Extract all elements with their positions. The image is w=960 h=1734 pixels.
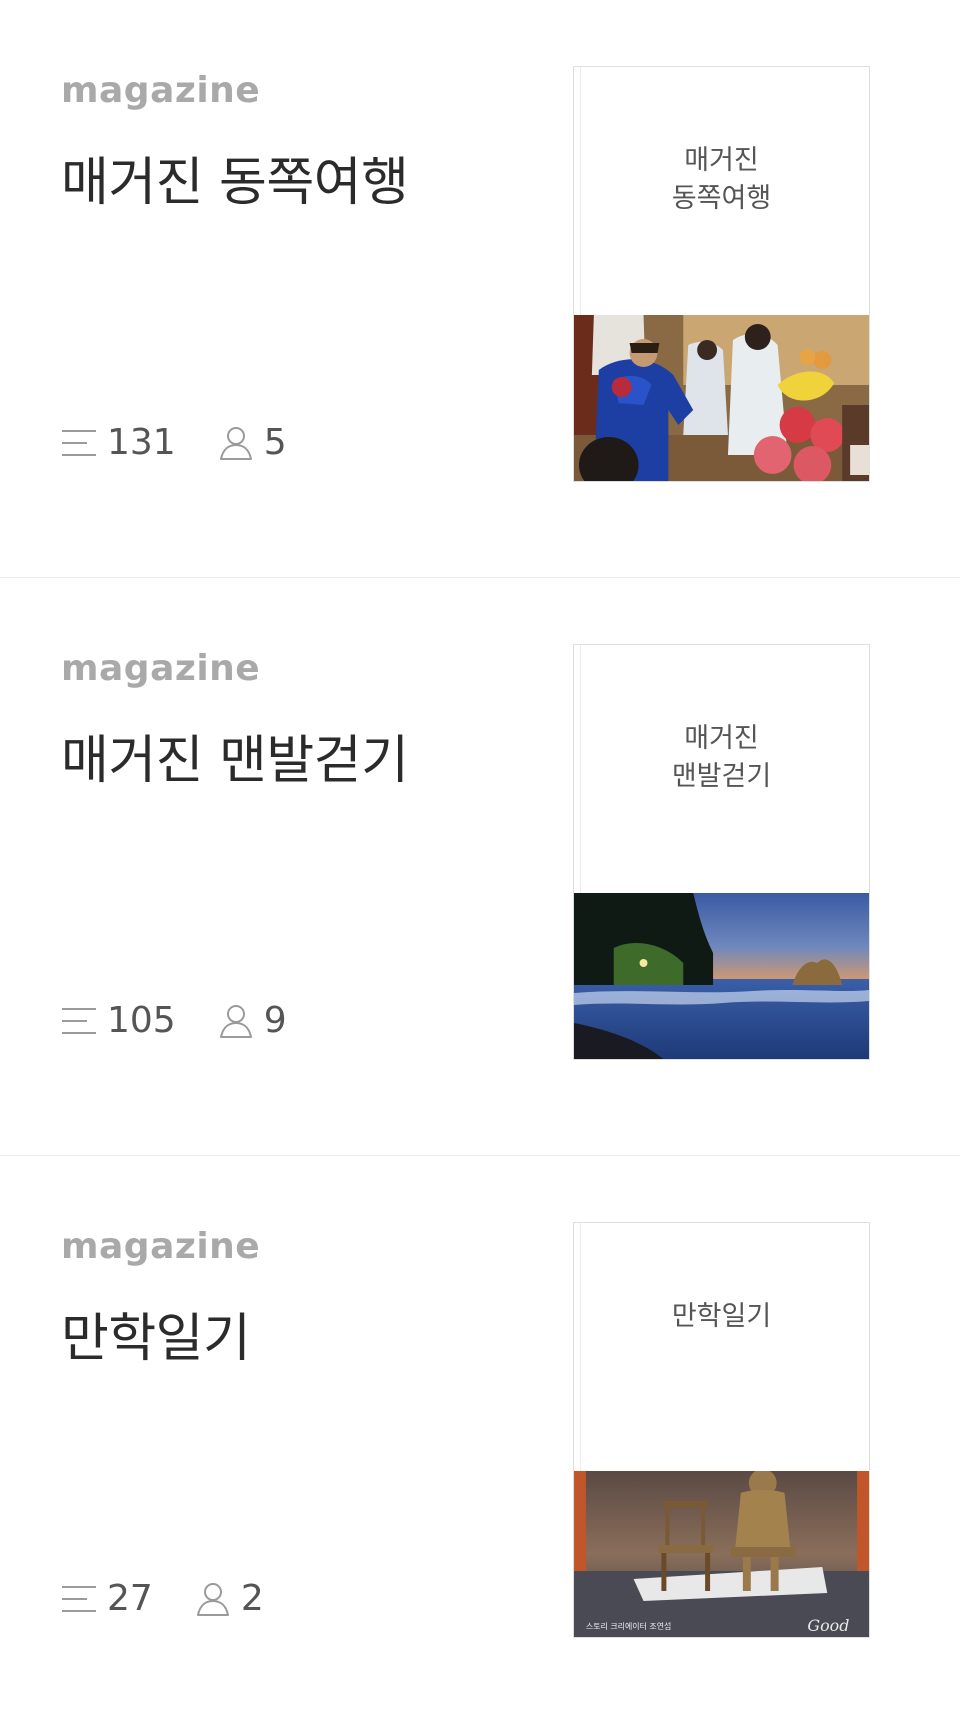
article-count-value: 27 <box>107 1578 153 1619</box>
cover-caption: 스토리 크리에이터 조연섭 <box>586 1621 671 1631</box>
cover-title-line: 동쪽여행 <box>671 183 772 214</box>
cover-title-line: 만학일기 <box>671 1301 772 1332</box>
article-count-value: 105 <box>107 1000 176 1041</box>
magazine-title[interactable]: 만학일기 <box>61 1296 251 1371</box>
magazine-stats: 105 9 <box>61 1000 329 1041</box>
magazine-info: magazine 매거진 맨발걷기 105 9 <box>61 578 541 1155</box>
cover-title: 만학일기 <box>574 1298 869 1336</box>
magazine-label: magazine <box>61 1226 261 1267</box>
magazine-label: magazine <box>61 648 261 689</box>
list-lines-icon <box>62 1007 96 1034</box>
magazine-cover[interactable]: 매거진 동쪽여행 <box>573 66 870 482</box>
magazine-title[interactable]: 매거진 맨발걷기 <box>61 718 409 793</box>
magazine-card[interactable]: magazine 매거진 맨발걷기 105 9 매거진 맨발걷기 <box>0 578 960 1156</box>
cover-title-line: 매거진 <box>684 145 759 176</box>
magazine-cover[interactable]: 매거진 맨발걷기 <box>573 644 870 1060</box>
person-outline-icon <box>219 1004 252 1038</box>
subscriber-count: 9 <box>218 1000 287 1041</box>
magazine-list: magazine 매거진 동쪽여행 131 5 매거진 동쪽여행 magazin… <box>0 0 960 1734</box>
magazine-title[interactable]: 매거진 동쪽여행 <box>61 140 409 215</box>
magazine-stats: 27 2 <box>61 1578 306 1619</box>
cover-title-line: 맨발걷기 <box>671 761 772 792</box>
cover-title: 매거진 맨발걷기 <box>574 720 869 796</box>
statue-chair-photo: 스토리 크리에이터 조연섭 Good <box>574 1471 869 1637</box>
magazine-info: magazine 만학일기 27 2 <box>61 1156 541 1734</box>
subscriber-count-value: 2 <box>240 1578 264 1619</box>
person-outline-icon <box>219 426 252 460</box>
subscriber-count: 2 <box>195 1578 264 1619</box>
magazine-stats: 131 5 <box>61 422 329 463</box>
subscriber-count: 5 <box>218 422 287 463</box>
list-lines-icon <box>62 1585 96 1612</box>
cover-title-line: 매거진 <box>684 723 759 754</box>
cover-signature: Good <box>807 1616 849 1635</box>
magazine-card[interactable]: magazine 만학일기 27 2 만학일기 스토리 크리에이터 조연섭 Go… <box>0 1156 960 1734</box>
article-count-value: 131 <box>107 422 176 463</box>
subscriber-count-value: 9 <box>263 1000 287 1041</box>
list-lines-icon <box>62 429 96 456</box>
subscriber-count-value: 5 <box>263 422 287 463</box>
magazine-label: magazine <box>61 70 261 111</box>
magazine-info: magazine 매거진 동쪽여행 131 5 <box>61 0 541 577</box>
ritual-ceremony-photo <box>574 315 869 481</box>
cover-title: 매거진 동쪽여행 <box>574 142 869 218</box>
article-count: 131 <box>61 422 176 463</box>
person-outline-icon <box>196 1582 229 1616</box>
article-count: 105 <box>61 1000 176 1041</box>
magazine-cover[interactable]: 만학일기 스토리 크리에이터 조연섭 Good <box>573 1222 870 1638</box>
magazine-card[interactable]: magazine 매거진 동쪽여행 131 5 매거진 동쪽여행 <box>0 0 960 578</box>
night-beach-photo <box>574 893 869 1059</box>
article-count: 27 <box>61 1578 153 1619</box>
